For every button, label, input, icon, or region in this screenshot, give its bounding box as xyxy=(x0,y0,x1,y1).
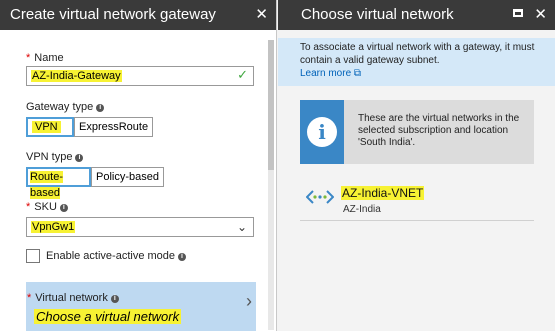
gateway-subnet-notice: To associate a virtual network with a ga… xyxy=(278,38,555,86)
name-field[interactable]: AZ-India-Gateway ✓ xyxy=(26,66,254,86)
gateway-type-label: Gateway type i xyxy=(26,101,105,113)
chevron-right-icon: › xyxy=(246,291,252,311)
scrollbar[interactable] xyxy=(268,40,274,330)
notice-text: To associate a virtual network with a ga… xyxy=(300,42,535,66)
info-icon[interactable]: i xyxy=(110,295,119,303)
virtual-network-placeholder: Choose a virtual network xyxy=(34,309,182,324)
gateway-type-vpn-option[interactable]: VPN xyxy=(26,117,74,137)
virtual-network-icon xyxy=(306,190,334,204)
name-label: * Name xyxy=(26,52,64,64)
info-icon: i xyxy=(307,117,337,147)
scrollbar-thumb[interactable] xyxy=(268,40,274,170)
learn-more-link[interactable]: Learn more ⧉ xyxy=(300,68,361,79)
info-icon[interactable]: i xyxy=(59,204,68,212)
external-link-icon: ⧉ xyxy=(353,68,362,79)
info-text: These are the virtual networks in the se… xyxy=(358,113,520,148)
blade-header: Create virtual network gateway ✕ xyxy=(0,0,276,30)
choose-vnet-blade: Choose virtual network ✕ To associate a … xyxy=(278,0,555,331)
sku-dropdown[interactable]: VpnGw1 ⌄ xyxy=(26,217,254,237)
info-icon[interactable]: i xyxy=(96,104,105,112)
maximize-icon[interactable] xyxy=(513,9,523,17)
active-active-checkbox[interactable] xyxy=(26,249,40,263)
vnet-name: AZ-India-VNET xyxy=(341,186,425,200)
sku-value: VpnGw1 xyxy=(31,221,76,233)
vpn-type-route-based-option[interactable]: Route-based xyxy=(26,167,91,199)
checkmark-icon: ✓ xyxy=(237,67,248,82)
vnet-list-item[interactable]: AZ-India-VNET AZ-India xyxy=(300,176,534,221)
required-asterisk: * xyxy=(26,201,31,213)
virtual-network-label: * Virtual network i xyxy=(27,292,119,304)
active-active-label: Enable active-active mode i xyxy=(46,250,187,262)
blade-title: Create virtual network gateway xyxy=(10,6,216,23)
close-icon[interactable]: ✕ xyxy=(255,5,268,23)
info-box: i These are the virtual networks in the … xyxy=(300,100,534,164)
blade-title: Choose virtual network xyxy=(301,6,454,23)
info-icon[interactable]: i xyxy=(75,154,84,162)
info-icon[interactable]: i xyxy=(178,253,187,261)
create-gateway-blade: Create virtual network gateway ✕ * Name A… xyxy=(0,0,277,331)
blade-header: Choose virtual network ✕ xyxy=(278,0,555,30)
vpn-type-policy-based-option[interactable]: Policy-based xyxy=(91,167,164,187)
chevron-down-icon: ⌄ xyxy=(236,220,247,234)
required-asterisk: * xyxy=(27,292,32,304)
sku-label: * SKU i xyxy=(26,201,68,213)
virtual-network-selector[interactable]: * Virtual network i Choose a virtual netwo… xyxy=(26,282,256,331)
close-icon[interactable]: ✕ xyxy=(534,5,547,23)
vnet-resource-group: AZ-India xyxy=(343,204,381,215)
name-value: AZ-India-Gateway xyxy=(31,70,122,82)
gateway-type-expressroute-option[interactable]: ExpressRoute xyxy=(74,117,154,137)
vpn-type-label: VPN type i xyxy=(26,151,84,163)
required-asterisk: * xyxy=(26,52,31,64)
info-icon-panel: i xyxy=(300,100,344,164)
